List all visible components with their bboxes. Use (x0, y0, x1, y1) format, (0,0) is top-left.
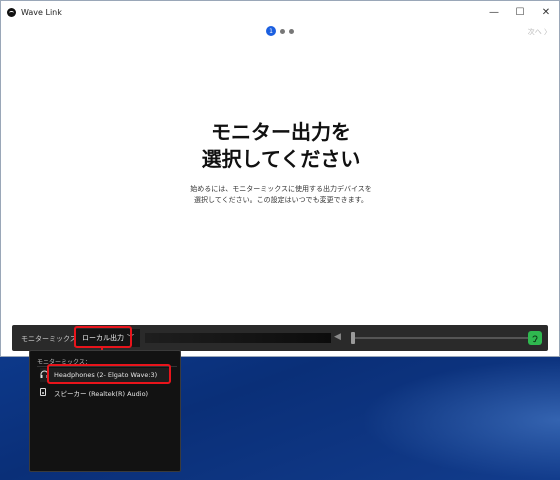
instructions: 始めるには、モニターミックスに使用する出力デバイスを 選択してください。この設定… (1, 184, 560, 206)
page-indicator-3 (289, 28, 294, 34)
wave-link-logo-icon (7, 7, 16, 17)
desktop-background (360, 360, 560, 480)
setup-pager: 1 (266, 26, 294, 36)
page-title: モニター出力を 選択してください (1, 119, 560, 173)
output-select-highlight (74, 326, 132, 348)
speaker-device-icon (40, 388, 50, 398)
device-option-label: スピーカー (Realtek(R) Audio) (54, 390, 149, 398)
maximize-button[interactable]: ☐ (507, 1, 533, 23)
level-meter (145, 333, 331, 343)
app-window: Wave Link — ☐ ✕ 1 次へ 〉 モニター出力を 選択してください … (0, 0, 560, 357)
device-option-speakers[interactable]: スピーカー (Realtek(R) Audio) (40, 386, 148, 400)
volume-slider-thumb[interactable] (351, 332, 355, 344)
page-indicator-2 (280, 28, 285, 34)
close-button[interactable]: ✕ (533, 1, 559, 23)
title-line-2: 選択してください (201, 147, 361, 171)
instructions-line-1: 始めるには、モニターミックスに使用する出力デバイスを (190, 185, 372, 193)
title-bar: Wave Link — ☐ ✕ (1, 1, 559, 23)
window-controls: — ☐ ✕ (481, 1, 559, 23)
monitor-mix-label: モニターミックス (21, 335, 77, 343)
headphones-option-highlight (47, 364, 171, 384)
speaker-icon[interactable]: ◀ (334, 332, 341, 342)
volume-slider-track[interactable] (352, 337, 532, 339)
window-title: Wave Link (21, 7, 62, 17)
ear-icon[interactable] (528, 331, 542, 345)
title-line-1: モニター出力を (211, 120, 351, 144)
instructions-line-2: 選択してください。この設定はいつでも変更できます。 (194, 196, 368, 204)
ear-glyph (532, 335, 538, 342)
page-indicator-active: 1 (266, 26, 276, 36)
next-button[interactable]: 次へ 〉 (528, 27, 551, 37)
minimize-button[interactable]: — (481, 1, 507, 23)
